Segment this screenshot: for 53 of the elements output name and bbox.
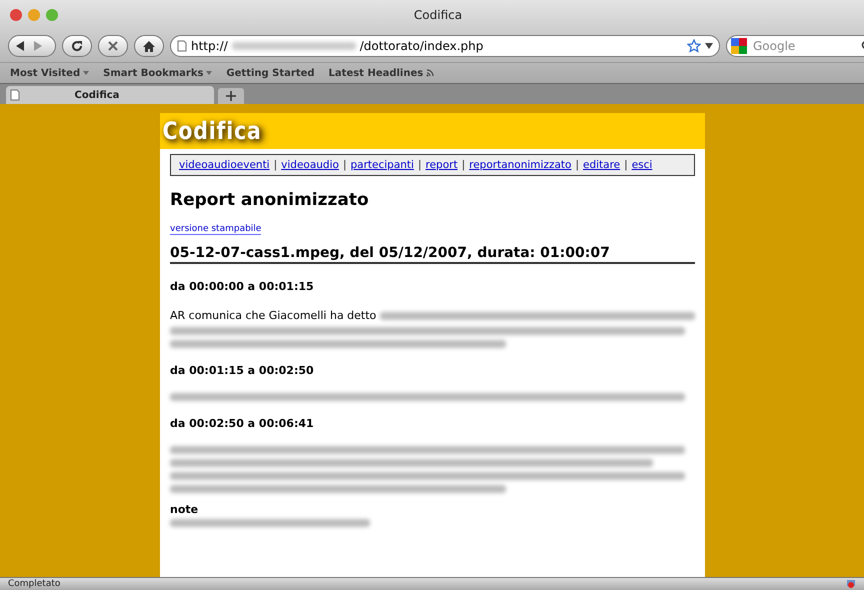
separator: |: [624, 159, 628, 171]
url-prefix: http://: [191, 39, 228, 53]
back-forward-button[interactable]: [8, 35, 56, 57]
address-field[interactable]: http:// /dottorato/index.php: [170, 35, 720, 57]
caret-icon: [83, 71, 90, 75]
nav-link[interactable]: reportanonimizzato: [469, 159, 572, 171]
reload-icon: [71, 40, 83, 52]
segment-title: da 00:01:15 a 00:02:50: [170, 364, 315, 377]
nav-link[interactable]: editare: [583, 159, 620, 171]
segment-title: da 00:00:00 a 00:01:15: [170, 280, 315, 293]
separator: |: [418, 159, 422, 171]
bookmark-item[interactable]: Most Visited: [10, 68, 90, 78]
star-icon[interactable]: [687, 39, 701, 53]
status-text: Completato: [8, 579, 60, 589]
bookmark-item[interactable]: Latest Headlines: [328, 68, 434, 78]
nav-link[interactable]: report: [426, 159, 458, 171]
bookmark-item[interactable]: Smart Bookmarks: [103, 68, 212, 78]
note-title: note: [170, 503, 200, 516]
browser-tab[interactable]: Codifica: [6, 86, 214, 104]
window-title: Codifica: [412, 8, 464, 22]
search-field[interactable]: Google: [726, 35, 864, 57]
caret-icon[interactable]: [705, 43, 713, 49]
close-button[interactable]: [10, 9, 22, 21]
stop-button[interactable]: [98, 35, 128, 57]
home-button[interactable]: [134, 35, 164, 57]
separator: |: [575, 159, 579, 171]
separator: |: [462, 159, 466, 171]
separator: |: [342, 159, 346, 171]
page-heading: Report anonimizzato: [170, 190, 370, 210]
segment-text: AR comunica che Giacomelli ha detto: [170, 309, 376, 322]
new-tab-button[interactable]: [218, 88, 244, 104]
page-icon: [10, 89, 20, 101]
home-icon: [143, 40, 155, 52]
stop-icon: [108, 41, 118, 51]
caret-icon: [206, 71, 212, 75]
plus-icon: [226, 91, 236, 101]
nav-link[interactable]: partecipanti: [350, 159, 414, 171]
search-engine-icon[interactable]: [731, 38, 747, 54]
nav-link[interactable]: videoaudio: [281, 159, 339, 171]
segment-title: da 00:02:50 a 00:06:41: [170, 417, 315, 430]
reload-button[interactable]: [62, 35, 92, 57]
separator: |: [274, 159, 278, 171]
file-title: 05-12-07-cass1.mpeg, del 05/12/2007, durata: 01:00:07: [170, 245, 695, 264]
nav-link[interactable]: videoaudioeventi: [179, 159, 270, 171]
print-link[interactable]: versione stampabile: [170, 224, 262, 235]
bookmark-item[interactable]: Getting Started: [226, 68, 315, 78]
search-placeholder: Google: [753, 39, 796, 53]
url-path: /dottorato/index.php: [360, 39, 484, 53]
site-logo: Codifica: [162, 117, 262, 145]
nav-link[interactable]: esci: [632, 159, 652, 171]
page-icon: [177, 40, 187, 52]
status-icon: [846, 579, 856, 589]
feed-icon: [426, 69, 434, 77]
